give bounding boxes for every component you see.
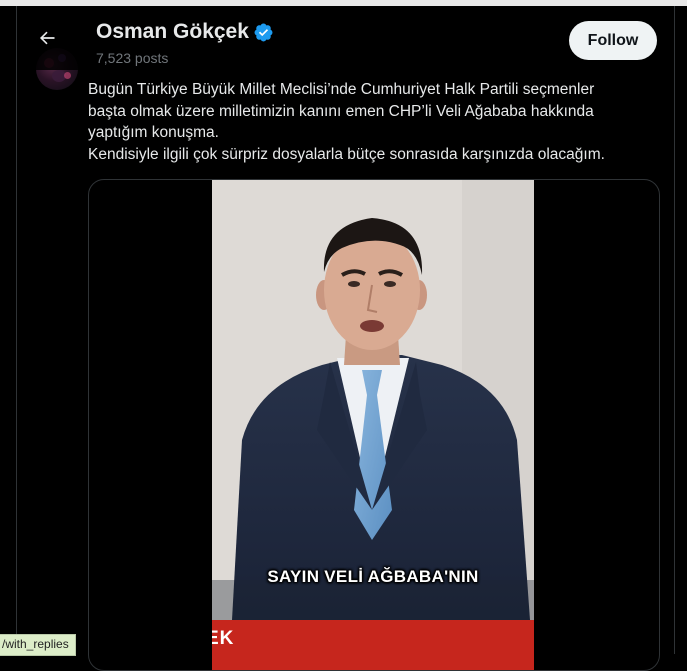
lower-third-banner — [212, 620, 534, 670]
video-player[interactable]: SAYIN VELİ AĞBABA'NIN EK — [212, 180, 534, 670]
tweet-text: Bugün Türkiye Büyük Millet Meclisi’nde C… — [88, 81, 605, 163]
profile-name-row: Osman Gökçek — [96, 20, 274, 44]
profile-header: Osman Gökçek 7,523 posts Follow — [17, 6, 674, 70]
tweet-media[interactable]: SAYIN VELİ AĞBABA'NIN EK — [88, 179, 660, 671]
column-border-left — [16, 6, 17, 654]
browser-status-url: /with_replies — [0, 634, 76, 656]
video-caption: SAYIN VELİ AĞBABA'NIN — [267, 567, 479, 586]
lower-third-text: EK — [212, 628, 235, 649]
scrollbar-gutter[interactable] — [675, 6, 687, 654]
profile-post-count: 7,523 posts — [96, 50, 169, 66]
verified-badge-icon[interactable] — [253, 22, 274, 43]
speaker-video-frame — [212, 180, 534, 620]
arrow-left-icon — [39, 31, 55, 45]
profile-display-name: Osman Gökçek — [96, 20, 249, 43]
follow-button[interactable]: Follow — [569, 21, 657, 60]
back-button[interactable] — [31, 22, 63, 54]
